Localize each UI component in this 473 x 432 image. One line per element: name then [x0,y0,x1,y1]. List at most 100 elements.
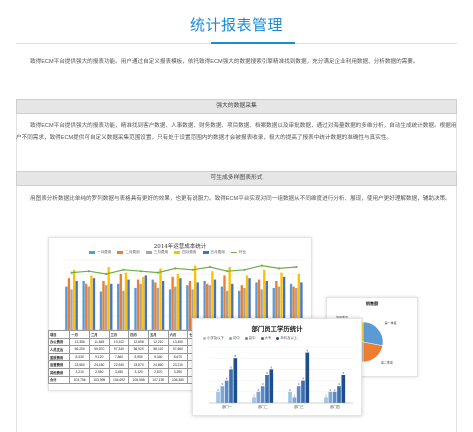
table-cell: 56,200 [69,345,90,354]
x-tick-label: 部门四 [330,404,340,409]
table-cell: 8,950 [128,352,149,362]
table-cell: 23,210 [167,360,189,369]
intro-paragraph: 致得ECM平台提供强大的报表功能。用户通过自定义报表模板，依托致得ECM强大的数… [30,59,419,65]
table-cell: 56,920 [128,345,149,354]
table-cell: 3,120 [128,367,149,377]
data-label: 2 [258,388,260,392]
bar [233,358,238,403]
bar [324,397,328,403]
pie-label: 第二季度 [381,360,393,365]
data-label: 6 [271,365,273,369]
section-body-chart-forms: 用图表分析数据比单纯的罗列数据与表格具有更好的效果，也更有说服力。致得ECM平台… [30,196,451,202]
bar [82,281,85,330]
bar [328,391,333,403]
table-cell: 57,660 [167,345,189,354]
bar [161,281,165,330]
table-cell: 12,356 [69,337,90,347]
table-row: 其他费用3,2102,9803,4503,1202,8703,3903,060 [47,367,208,377]
bar [224,380,229,403]
table-cell: 合计 [47,375,71,385]
bar [174,286,177,330]
bar [220,386,225,403]
bar [70,289,73,330]
x-tick-label: 部门三 [294,404,304,409]
data-label: 3 [298,382,300,386]
bar [179,278,182,330]
bar [332,391,337,403]
bar [85,283,88,330]
data-label: 3 [222,382,224,386]
bar [156,288,160,330]
table-cell: 差旅费用 [47,352,71,362]
bar [216,391,220,403]
pie-slice [362,341,383,363]
data-label: 6 [230,365,232,369]
trend-point [260,264,263,267]
bar [90,275,93,330]
bar [256,391,261,403]
table-cell: 2,870 [147,367,169,377]
trend-point [277,267,281,270]
data-label: 8 [235,354,237,358]
bar [124,272,128,330]
bar [139,283,142,330]
bar [337,386,341,403]
bar [154,282,157,330]
table-cell: 11,845 [88,337,110,347]
table-cell: 项目 [47,330,71,339]
bar [288,391,292,403]
table-cell: 运营费用 [47,360,71,369]
table-cell: 12,210 [147,337,169,347]
table-cell: 57,340 [108,345,130,354]
table-cell: 三月 [108,330,130,339]
table-cell: 58,110 [147,345,169,354]
data-label: 3 [262,382,264,386]
bar [122,290,125,330]
section-body-data-collection: 致得ECM平台提供强大的报表功能，精准找到客户数据、人事数据、财务数据、项目数据… [16,123,457,141]
table-cell: 24,180 [88,360,110,369]
data-label: 4 [302,377,304,381]
table-row: 差旅费用8,4309,1207,8608,9509,3408,6709,015 [47,352,208,362]
table-header-row: 项目一月二月三月四月五月六月七月 [47,330,208,339]
bar [168,289,172,330]
bar [107,267,110,330]
bar [265,375,269,403]
table-cell: 3,450 [108,367,130,377]
bar [75,281,78,330]
table-cell: 107,190 [147,375,169,385]
bar [117,283,120,330]
table-cell: 55,870 [88,345,110,354]
table-cell: 22,940 [108,360,130,369]
trend-point [226,270,229,273]
data-label: 1 [294,393,296,397]
table-cell: 9,340 [147,352,169,362]
table-cell: 3,210 [69,367,90,377]
table-cell: 12,698 [128,337,149,347]
table-row: 办公费用 12,356 11,845 13,102 12,698 12,210 13,450… [47,337,208,347]
table-row: 运营费用 23,560 24,180 22,940 23,870 24,660 23,210… [47,360,208,369]
pie-slice [362,321,384,347]
bar [229,369,233,403]
bar [92,278,96,330]
table-cell: 办公费用 [47,337,71,347]
trend-point [295,265,298,269]
bar [260,386,265,403]
trend-point [208,265,212,269]
section-heading-data-collection: 强大的数据采集 [16,99,457,114]
trend-point [70,271,73,274]
table-cell: 13,450 [167,337,189,347]
table-cell: 103,995 [88,375,110,385]
bar [176,274,179,330]
data-label: 3 [338,382,340,386]
bar [127,279,130,330]
table-row: 人员支出 56,200 55,870 57,340 56,920 58,110 57,660… [47,345,208,354]
table-cell: 23,560 [69,360,90,369]
table-cell: 人员支出 [47,345,71,354]
bar [188,281,192,330]
data-label: 5 [343,371,345,375]
trend-point [139,270,142,273]
bar [301,380,305,403]
table-cell: 103,756 [69,375,90,385]
bar [142,276,145,330]
cost-data-table: 项目一月二月三月四月五月六月七月办公费用12,35611,84513,10212… [47,330,208,385]
